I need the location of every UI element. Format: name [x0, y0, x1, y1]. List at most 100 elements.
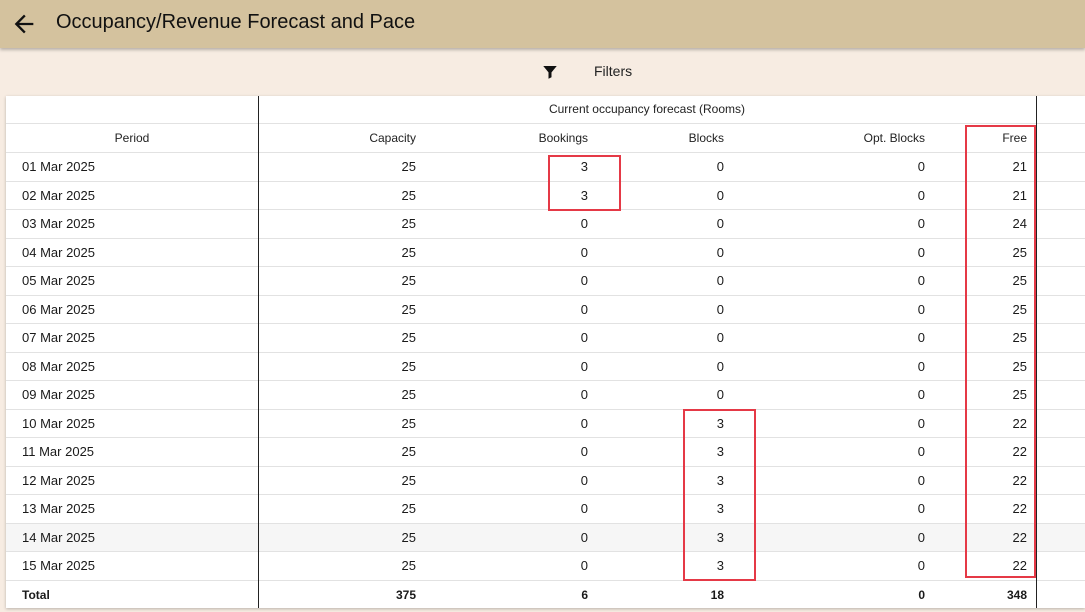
opt-blocks-cell: 0: [917, 415, 925, 431]
free-cell: 22: [1012, 472, 1027, 488]
bookings-cell: 0: [580, 529, 588, 545]
free-cell: 25: [1012, 358, 1027, 374]
bookings-cell: 0: [580, 501, 588, 516]
opt-blocks-cell: 0: [917, 358, 925, 374]
filter-icon[interactable]: [541, 63, 559, 81]
blocks-cell: 3: [716, 501, 724, 516]
period-cell: 08 Mar 2025: [22, 358, 95, 374]
table-row: 11 Mar 2025 25 0 3 0 22: [6, 437, 1085, 466]
bookings-cell: 3: [580, 187, 588, 203]
bookings-cell: 0: [580, 301, 588, 317]
arrow-left-icon: [14, 14, 34, 34]
column-separator: [258, 96, 259, 608]
capacity-cell: 25: [401, 273, 416, 288]
free-cell: 25: [1012, 244, 1027, 260]
free-cell: 22: [1012, 501, 1027, 516]
column-separator: [1036, 96, 1037, 608]
blocks-cell: 0: [716, 358, 724, 374]
opt-blocks-cell: 0: [917, 558, 925, 573]
free-cell: 22: [1012, 529, 1027, 545]
free-cell: 21: [1012, 159, 1027, 174]
group-header: Current occupancy forecast (Rooms): [548, 102, 746, 116]
blocks-cell: 3: [716, 472, 724, 488]
blocks-cell: 0: [716, 387, 724, 402]
opt-blocks-cell: 0: [917, 273, 925, 288]
period-cell: 09 Mar 2025: [22, 387, 95, 402]
bookings-cell: 0: [580, 472, 588, 488]
bookings-cell: 0: [580, 387, 588, 402]
bookings-cell: 0: [580, 216, 588, 231]
opt-blocks-cell: 0: [917, 472, 925, 488]
table-row: 13 Mar 2025 25 0 3 0 22: [6, 494, 1085, 523]
period-cell: 04 Mar 2025: [22, 244, 95, 260]
period-cell: 02 Mar 2025: [22, 187, 95, 203]
period-cell: 05 Mar 2025: [22, 273, 95, 288]
capacity-cell: 25: [401, 415, 416, 431]
blocks-cell: 3: [716, 444, 724, 459]
table-row: 06 Mar 2025 25 0 0 0 25: [6, 294, 1085, 324]
capacity-cell: 25: [401, 187, 416, 203]
free-cell: 25: [1012, 330, 1027, 345]
free-cell: 22: [1012, 444, 1027, 459]
blocks-cell: 0: [716, 159, 724, 174]
column-header-bookings: Bookings: [538, 131, 588, 145]
table-row: 04 Mar 2025 25 0 0 0 25: [6, 237, 1085, 267]
opt-blocks-cell: 0: [917, 330, 925, 345]
capacity-cell: 25: [401, 501, 416, 516]
period-cell: 14 Mar 2025: [22, 529, 95, 545]
table-row: 02 Mar 2025 25 3 0 0 21: [6, 180, 1085, 210]
opt-blocks-cell: 0: [917, 529, 925, 545]
capacity-cell: 25: [401, 387, 416, 402]
blocks-cell: 0: [716, 301, 724, 317]
capacity-cell: 25: [401, 216, 416, 231]
table-row: 14 Mar 2025 25 0 3 0 22: [6, 522, 1085, 552]
capacity-cell: 25: [401, 472, 416, 488]
filters-button[interactable]: Filters: [594, 63, 632, 79]
table-row: 12 Mar 2025 25 0 3 0 22: [6, 465, 1085, 495]
opt-blocks-cell: 0: [917, 301, 925, 317]
free-cell: 24: [1012, 216, 1027, 231]
table-row: 15 Mar 2025 25 0 3 0 22: [6, 551, 1085, 580]
free-cell: 22: [1012, 415, 1027, 431]
bookings-cell: 0: [580, 444, 588, 459]
opt-blocks-cell: 0: [917, 159, 925, 174]
column-header-free: Free: [1002, 131, 1027, 145]
back-button[interactable]: [10, 10, 38, 38]
blocks-cell: 0: [716, 216, 724, 231]
free-cell: 25: [1012, 387, 1027, 402]
bookings-cell: 0: [580, 358, 588, 374]
period-cell: 12 Mar 2025: [22, 472, 95, 488]
period-cell: 10 Mar 2025: [22, 415, 95, 431]
period-cell: 01 Mar 2025: [22, 159, 95, 174]
table-row: 03 Mar 2025 25 0 0 0 24: [6, 209, 1085, 238]
free-cell: 25: [1012, 301, 1027, 317]
total-capacity-cell: 375: [395, 587, 416, 602]
opt-blocks-cell: 0: [917, 501, 925, 516]
capacity-cell: 25: [401, 358, 416, 374]
blocks-cell: 3: [716, 558, 724, 573]
blocks-cell: 0: [716, 330, 724, 345]
divider: [6, 123, 1085, 124]
period-cell: 13 Mar 2025: [22, 501, 95, 516]
period-cell: 15 Mar 2025: [22, 558, 95, 573]
total-row: Total 375 6 18 0 348: [6, 579, 1085, 609]
opt-blocks-cell: 0: [917, 444, 925, 459]
free-cell: 25: [1012, 273, 1027, 288]
blocks-cell: 3: [716, 415, 724, 431]
column-header-blocks: Blocks: [688, 131, 724, 145]
bookings-cell: 0: [580, 415, 588, 431]
blocks-cell: 0: [716, 273, 724, 288]
period-cell: 03 Mar 2025: [22, 216, 95, 231]
period-cell: 11 Mar 2025: [22, 444, 95, 459]
opt-blocks-cell: 0: [917, 387, 925, 402]
blocks-cell: 3: [716, 529, 724, 545]
bookings-cell: 3: [580, 159, 588, 174]
blocks-cell: 0: [716, 187, 724, 203]
capacity-cell: 25: [401, 330, 416, 345]
bookings-cell: 0: [580, 558, 588, 573]
opt-blocks-cell: 0: [917, 187, 925, 203]
opt-blocks-cell: 0: [917, 244, 925, 260]
capacity-cell: 25: [401, 529, 416, 545]
capacity-cell: 25: [401, 444, 416, 459]
table-row: 07 Mar 2025 25 0 0 0 25: [6, 323, 1085, 352]
